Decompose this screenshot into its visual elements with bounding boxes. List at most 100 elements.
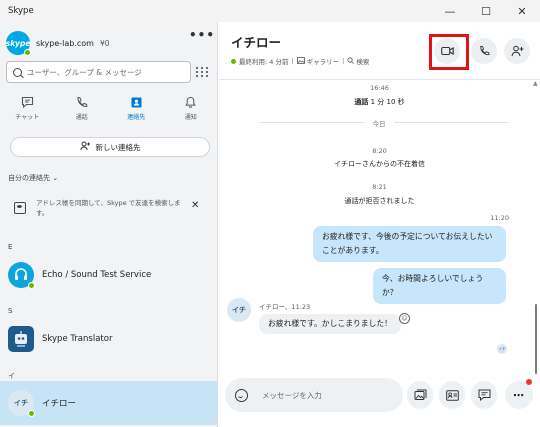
divider: | [291,57,294,65]
audio-call-button[interactable] [471,38,497,64]
call-event: 通話 1 分 10 秒 [219,97,540,107]
maximize-button[interactable]: ☐ [468,0,504,22]
reaction-icon[interactable]: ☺ [399,313,410,324]
nav-tabs: チャット 通話 連絡先 通知 [0,92,218,126]
more-options-icon: ⋯ [513,388,525,402]
notification-badge [526,379,532,385]
tab-chat[interactable]: チャット [0,92,54,126]
dialpad-icon[interactable] [194,64,210,80]
media-gallery-button[interactable] [407,381,433,409]
online-status-icon [24,49,31,56]
event-time: 8:20 [372,147,387,155]
chat-panel: イチロー 最終利用: 4 分前 | ギャラリー | 検索 ▲ 16:46 通話 … [219,22,540,427]
outgoing-message[interactable]: お疲れ様です、今後の予定についてお伝えしたいことがあります。 [313,226,506,262]
gallery-icon [296,56,305,66]
online-status-icon [28,282,35,289]
event-time: 8:21 [372,183,387,191]
gallery-link[interactable]: ギャラリー [307,56,340,66]
missed-call-event: イチローさんからの不在着信 [334,160,425,168]
contact-name: Skype Translator [42,334,113,344]
add-people-button[interactable] [504,38,530,64]
add-person-icon [79,141,91,154]
window-title: Skype [8,6,34,16]
sender-avatar[interactable]: イチ [227,298,251,322]
highlight-box [429,34,469,70]
tab-calls[interactable]: 通話 [55,92,109,126]
group-letter: E [8,243,13,251]
address-book-icon [14,202,26,214]
chat-header: イチロー 最終利用: 4 分前 | ギャラリー | 検索 [219,22,540,80]
divider: | [342,57,345,65]
message-time: 11:20 [490,214,509,222]
chevron-down-icon: ⌄ [52,174,59,182]
more-actions-button[interactable]: ⋯ [505,379,533,409]
sidebar: skype skype-lab.com ¥0 ••• チャット 通話 [0,22,218,427]
gallery-icon [414,389,426,400]
call-label: 通話 [354,98,369,106]
message-input[interactable] [262,390,392,400]
online-status-icon [231,58,236,64]
incoming-message[interactable]: お疲れ様です。かしこまりました！ [259,314,401,334]
group-letter: S [8,307,13,315]
declined-call-event: 通話が拒否されました [344,197,415,205]
chat-icon [20,95,34,109]
tab-label: チャット [15,114,40,121]
tab-label: 通知 [184,114,197,121]
chat-title[interactable]: イチロー [231,32,281,51]
profile-name: skype-lab.com [36,38,94,48]
contact-card-icon [445,389,459,401]
new-contact-label: 新しい連絡先 [95,142,141,152]
message-extras-button[interactable] [471,381,497,409]
add-person-icon [511,45,523,57]
scrollbar[interactable]: ▲ [533,80,538,404]
phone-icon [75,95,89,109]
search-input[interactable] [27,67,187,77]
minimize-button[interactable]: — [432,0,468,22]
sync-text: アドレス帳を同期して、Skype で友達を検索します。 [36,199,181,217]
translator-avatar [8,326,34,352]
skype-credit[interactable]: ¥0 [100,39,110,48]
echo-avatar [8,262,35,289]
contacts-icon [129,95,143,109]
read-receipt-avatar: イチ [497,344,507,354]
outgoing-message[interactable]: 今、お時間よろしいでしょうか？ [373,268,506,304]
search-icon [347,56,355,66]
online-status-icon [28,410,35,417]
avatar-text: イチ [14,399,28,407]
close-icon[interactable]: ✕ [191,200,199,236]
emoji-icon[interactable] [235,388,248,402]
chat-meta: 最終利用: 4 分前 | ギャラリー | 検索 [231,56,369,66]
event-time: 16:46 [370,84,389,92]
bell-icon [184,95,198,109]
contact-item-translator[interactable]: Skype Translator [0,317,217,361]
my-contacts-header[interactable]: 自分の連絡先 ⌄ [8,173,58,183]
tab-contacts[interactable]: 連絡先 [109,92,163,126]
message-composer[interactable] [225,378,403,412]
headset-icon [15,268,27,280]
tab-notifications[interactable]: 通知 [164,92,218,126]
phone-icon [480,45,490,56]
sender-info: イチロー、11:23 [259,303,311,311]
send-contact-button[interactable] [439,381,465,409]
contact-name: イチロー [42,399,77,409]
new-contact-button[interactable]: 新しい連絡先 [10,137,210,157]
message-icon [478,389,490,401]
tab-label: 連絡先 [127,114,146,121]
profile[interactable]: skype skype-lab.com ¥0 [6,28,212,58]
last-seen: 最終利用: 4 分前 [239,58,289,66]
scrollbar-thumb[interactable] [535,304,537,374]
contact-item-ichiro[interactable]: イチ イチロー [0,381,217,425]
close-window-button[interactable]: ✕ [504,0,540,22]
contact-item-echo[interactable]: Echo / Sound Test Service [0,253,217,297]
avatar-text: skype [5,38,31,48]
search-box[interactable] [6,61,191,83]
group-letter: イ [8,372,15,380]
address-book-sync-card: アドレス帳を同期して、Skype で友達を検索します。 ✕ [8,190,212,236]
profile-avatar[interactable]: skype [5,31,31,56]
contact-name: Echo / Sound Test Service [42,270,152,280]
search-link[interactable]: 検索 [356,56,369,66]
search-icon [13,67,22,77]
more-options-icon[interactable]: ••• [189,28,215,42]
tab-label: 通話 [75,114,88,121]
my-contacts-label: 自分の連絡先 [8,174,50,182]
